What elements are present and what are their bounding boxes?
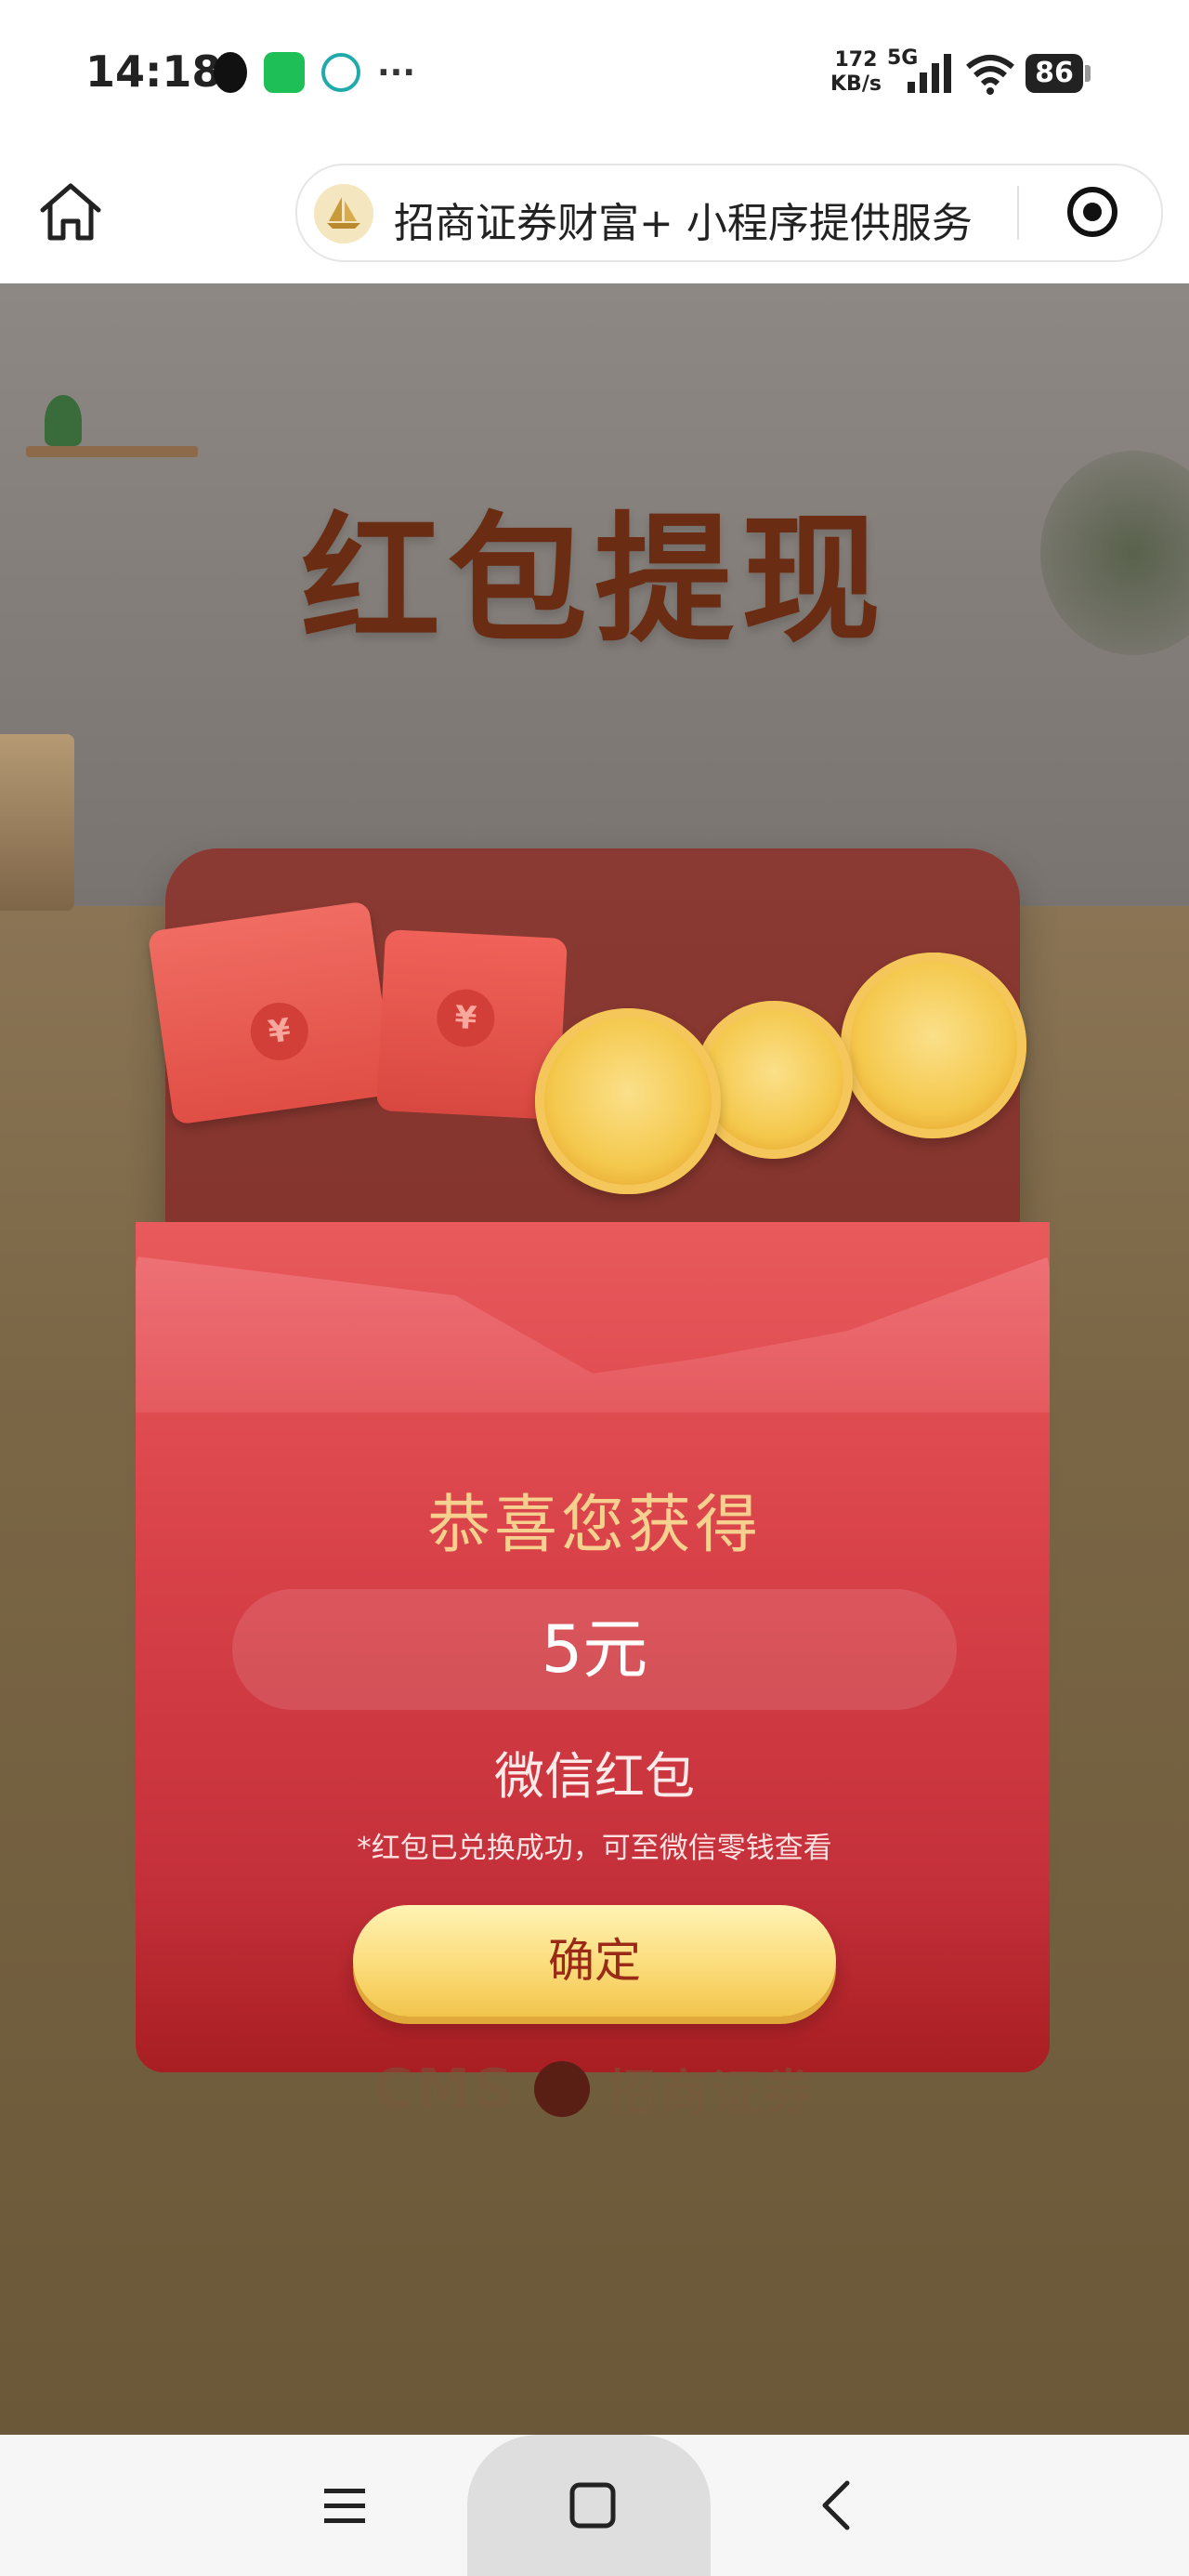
exchange-notice: *红包已兑换成功，可至微信零钱查看 — [357, 1832, 832, 1865]
battery-tip — [1085, 65, 1091, 82]
redpacket-page: 红包提现 ¥ ¥ 恭喜您获得 5元 微信红包 *红包已兑换成功，可至微信零钱查看… — [0, 283, 1189, 2435]
reward-type: 微信红包 — [494, 1747, 695, 1806]
signal-icon — [908, 54, 951, 93]
battery-indicator: 86 — [1026, 54, 1083, 93]
page-title: 红包提现 — [300, 500, 888, 662]
gold-coin — [841, 953, 1026, 1138]
service-provider-text: 招商证券财富+ 小程序提供服务 — [394, 200, 973, 247]
network-speed-unit: KB/s — [830, 72, 882, 96]
brand-cn: 招商证券 — [608, 2066, 817, 2122]
system-navigation-bar — [0, 2435, 1189, 2576]
reward-amount: 5元 — [541, 1611, 648, 1688]
potted-plant-decoration — [45, 395, 82, 446]
sailboat-logo — [314, 184, 373, 243]
miniprogram-icon — [321, 53, 360, 92]
gold-coin — [535, 1008, 721, 1194]
red-envelope-left: ¥ — [147, 900, 396, 1125]
envelope-seal: ¥ — [246, 998, 312, 1064]
network-speed: 172 KB/s — [830, 48, 882, 97]
back-arrow-icon[interactable] — [817, 2477, 855, 2533]
congrats-text: 恭喜您获得 — [426, 1489, 762, 1562]
network-speed-value: 172 — [834, 48, 878, 72]
wechat-icon — [264, 52, 305, 93]
wifi-icon — [966, 55, 1014, 95]
brand-footer: CMS 招商证券 — [0, 2054, 1189, 2123]
target-icon[interactable] — [1065, 184, 1120, 240]
confirm-button[interactable]: 确定 — [353, 1905, 836, 2017]
books-decoration — [0, 734, 74, 911]
home-icon[interactable] — [35, 177, 106, 247]
brand-logo — [534, 2060, 591, 2117]
status-bar: 14:18 ··· 172 KB/s 5G 86 — [0, 0, 1189, 149]
clock: 14:18 — [85, 46, 222, 97]
square-home-icon[interactable] — [567, 2479, 619, 2531]
qq-icon — [214, 52, 247, 93]
capsule-divider — [1017, 186, 1019, 240]
notification-icons: ··· — [214, 52, 415, 93]
mini-program-capsule[interactable]: 招商证券财富+ 小程序提供服务 — [295, 164, 1163, 262]
envelope-seal: ¥ — [435, 988, 496, 1049]
brand-en: CMS — [372, 2057, 516, 2121]
mini-program-header: 招商证券财富+ 小程序提供服务 — [0, 149, 1189, 283]
shelf-decoration — [26, 446, 198, 457]
menu-icon[interactable] — [320, 2481, 369, 2530]
more-icon: ··· — [377, 53, 416, 92]
